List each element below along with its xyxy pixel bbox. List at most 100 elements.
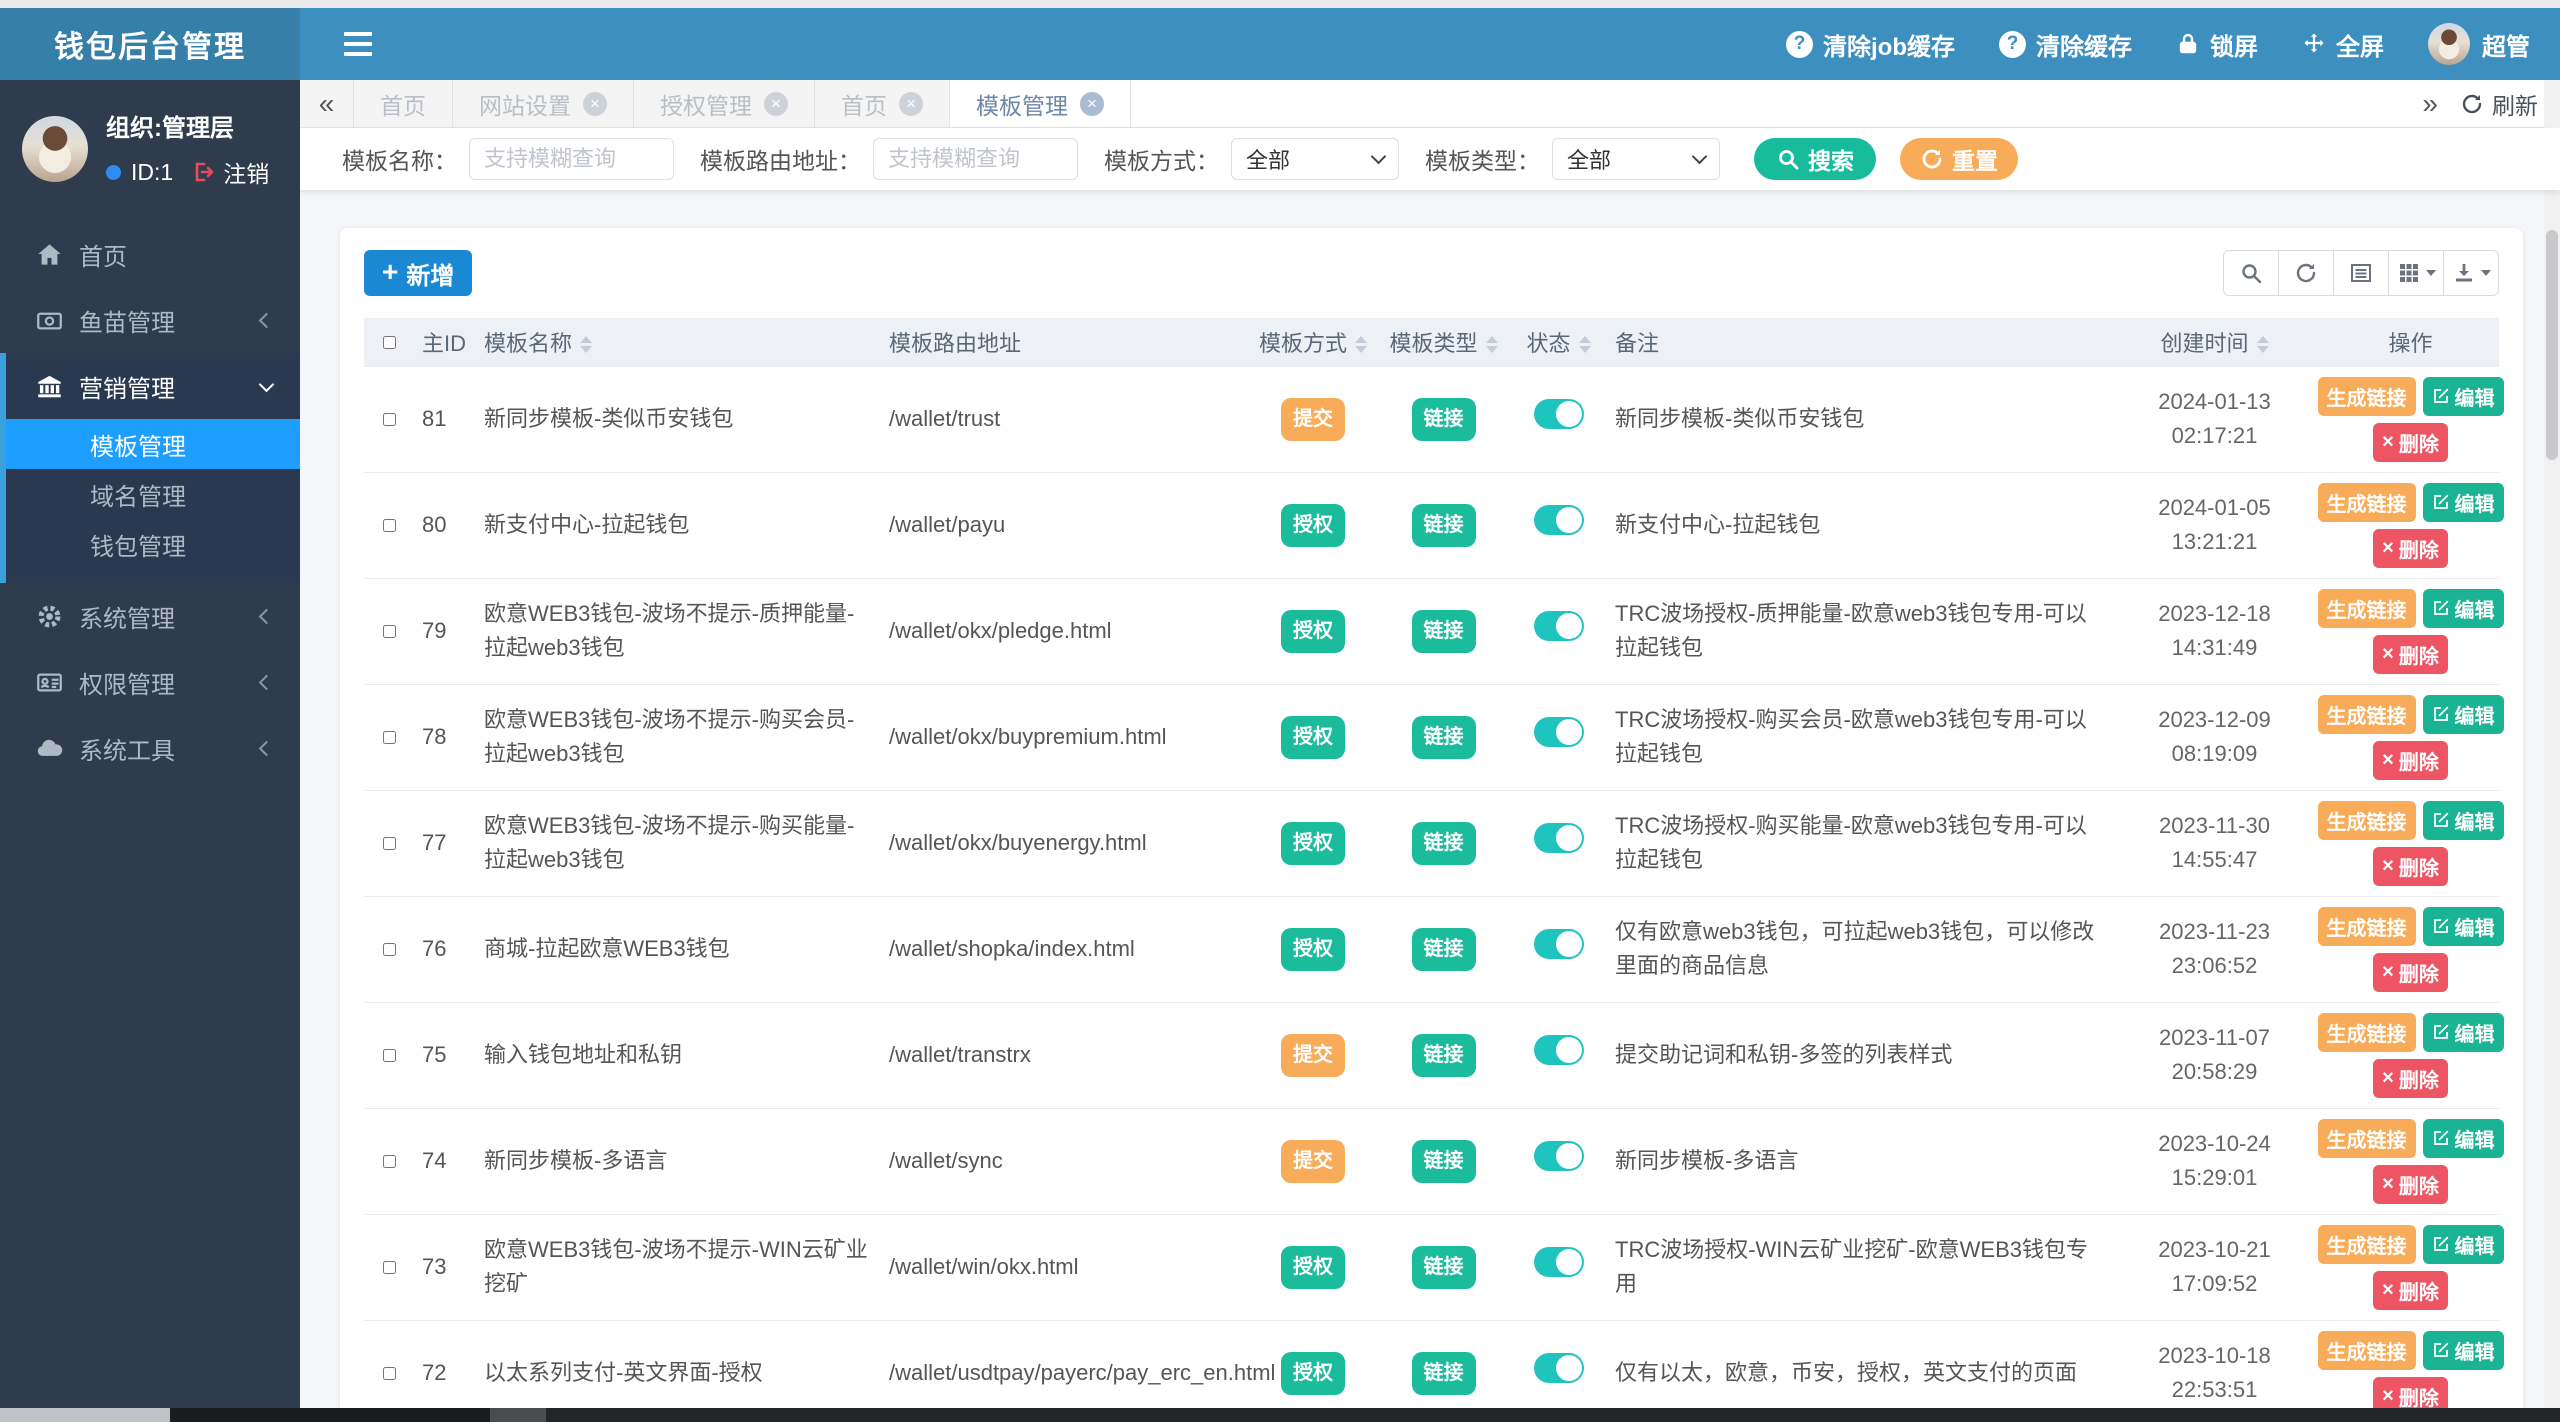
edit-button[interactable]: 编辑 xyxy=(2422,1224,2504,1264)
edit-button[interactable]: 编辑 xyxy=(2422,1330,2504,1370)
user-menu[interactable]: 超管 xyxy=(2428,23,2530,65)
window-scrollbar[interactable] xyxy=(2544,80,2560,1408)
row-checkbox[interactable] xyxy=(382,730,396,744)
table-export-button[interactable] xyxy=(2443,250,2499,296)
sidebar-item-home[interactable]: 首页 xyxy=(0,221,300,287)
generate-link-button[interactable]: 生成链接 xyxy=(2317,482,2416,522)
row-checkbox[interactable] xyxy=(382,412,396,426)
row-checkbox[interactable] xyxy=(382,942,396,956)
status-toggle[interactable] xyxy=(1533,398,1584,429)
edit-button[interactable]: 编辑 xyxy=(2422,1012,2504,1052)
template-route: /wallet/okx/pledge.html xyxy=(881,577,1249,684)
status-toggle[interactable] xyxy=(1533,928,1584,959)
sidebar-item-system-tools[interactable]: 系统工具 xyxy=(0,715,300,781)
sidebar-item-template-management[interactable]: 模板管理 xyxy=(6,419,300,469)
sidebar-item-fry-management[interactable]: 鱼苗管理 xyxy=(0,287,300,353)
delete-button[interactable]: × 删除 xyxy=(2373,1376,2448,1408)
tab-close-icon[interactable]: × xyxy=(764,91,788,116)
logout-button[interactable]: 注销 xyxy=(191,155,269,189)
template-method-select[interactable]: 全部 xyxy=(1231,138,1399,180)
fullscreen-button[interactable]: 全屏 xyxy=(2302,27,2384,62)
clear-job-cache-button[interactable]: ? 清除job缓存 xyxy=(1786,27,1955,62)
row-checkbox[interactable] xyxy=(382,1154,396,1168)
template-route-input[interactable] xyxy=(873,138,1078,180)
col-method[interactable]: 模板方式 xyxy=(1249,318,1377,366)
row-checkbox[interactable] xyxy=(382,836,396,850)
add-button[interactable]: + 新增 xyxy=(364,250,473,296)
status-toggle[interactable] xyxy=(1533,716,1584,747)
tab-home[interactable]: 首页 xyxy=(354,80,453,127)
tab-site-settings[interactable]: 网站设置 × xyxy=(453,80,634,127)
col-name[interactable]: 模板名称 xyxy=(476,318,881,366)
status-toggle[interactable] xyxy=(1533,1246,1584,1277)
status-toggle[interactable] xyxy=(1533,1140,1584,1171)
edit-button[interactable]: 编辑 xyxy=(2422,482,2504,522)
delete-button[interactable]: × 删除 xyxy=(2373,1164,2448,1204)
delete-button[interactable]: × 删除 xyxy=(2373,740,2448,780)
status-toggle[interactable] xyxy=(1533,1034,1584,1065)
tabs-scroll-right-icon[interactable]: » xyxy=(2422,88,2438,120)
delete-button[interactable]: × 删除 xyxy=(2373,952,2448,992)
sidebar-toggle-button[interactable] xyxy=(344,32,372,56)
tab-home-2[interactable]: 首页 × xyxy=(815,80,950,127)
col-status[interactable]: 状态 xyxy=(1510,318,1607,366)
table-list-view-button[interactable] xyxy=(2333,250,2389,296)
generate-link-button[interactable]: 生成链接 xyxy=(2317,800,2416,840)
clear-cache-button[interactable]: ? 清除缓存 xyxy=(1999,27,2132,62)
edit-button[interactable]: 编辑 xyxy=(2422,1118,2504,1158)
delete-button[interactable]: × 删除 xyxy=(2373,1058,2448,1098)
edit-button[interactable]: 编辑 xyxy=(2422,906,2504,946)
tab-close-icon[interactable]: × xyxy=(583,91,607,116)
delete-button[interactable]: × 删除 xyxy=(2373,634,2448,674)
col-type[interactable]: 模板类型 xyxy=(1377,318,1510,366)
status-toggle[interactable] xyxy=(1533,610,1584,641)
generate-link-button[interactable]: 生成链接 xyxy=(2317,376,2416,416)
refresh-icon xyxy=(2462,94,2482,113)
row-checkbox[interactable] xyxy=(382,1366,396,1380)
tab-template-management[interactable]: 模板管理 × xyxy=(950,80,1131,127)
table-columns-button[interactable] xyxy=(2388,250,2444,296)
delete-button[interactable]: × 删除 xyxy=(2373,422,2448,462)
table-search-button[interactable] xyxy=(2223,250,2279,296)
sidebar-item-domain-management[interactable]: 域名管理 xyxy=(6,469,300,519)
row-checkbox[interactable] xyxy=(382,518,396,532)
row-checkbox[interactable] xyxy=(382,1260,396,1274)
sidebar-item-system-management[interactable]: 系统管理 xyxy=(0,583,300,649)
generate-link-button[interactable]: 生成链接 xyxy=(2317,694,2416,734)
template-name-input[interactable] xyxy=(469,138,674,180)
table-refresh-button[interactable] xyxy=(2278,250,2334,296)
lock-screen-button[interactable]: 锁屏 xyxy=(2176,27,2258,62)
search-button[interactable]: 搜索 xyxy=(1754,138,1876,180)
row-checkbox[interactable] xyxy=(382,624,396,638)
scrollbar-thumb[interactable] xyxy=(2546,230,2558,460)
sidebar-item-wallet-management[interactable]: 钱包管理 xyxy=(6,519,300,569)
tab-auth-management[interactable]: 授权管理 × xyxy=(634,80,815,127)
select-all-checkbox[interactable] xyxy=(382,335,396,349)
delete-button[interactable]: × 删除 xyxy=(2373,846,2448,886)
template-type-select[interactable]: 全部 xyxy=(1552,138,1720,180)
status-toggle[interactable] xyxy=(1533,1352,1584,1383)
generate-link-button[interactable]: 生成链接 xyxy=(2317,1330,2416,1370)
row-checkbox[interactable] xyxy=(382,1048,396,1062)
reset-button[interactable]: 重置 xyxy=(1900,138,2018,180)
status-toggle[interactable] xyxy=(1533,504,1584,535)
edit-button[interactable]: 编辑 xyxy=(2422,376,2504,416)
generate-link-button[interactable]: 生成链接 xyxy=(2317,1118,2416,1158)
tab-refresh-button[interactable]: 刷新 xyxy=(2460,87,2538,121)
delete-button[interactable]: × 删除 xyxy=(2373,528,2448,568)
status-toggle[interactable] xyxy=(1533,822,1584,853)
edit-button[interactable]: 编辑 xyxy=(2422,588,2504,628)
edit-button[interactable]: 编辑 xyxy=(2422,800,2504,840)
sidebar-item-permission-management[interactable]: 权限管理 xyxy=(0,649,300,715)
generate-link-button[interactable]: 生成链接 xyxy=(2317,906,2416,946)
sidebar-item-marketing[interactable]: 营销管理 xyxy=(6,353,300,419)
edit-button[interactable]: 编辑 xyxy=(2422,694,2504,734)
generate-link-button[interactable]: 生成链接 xyxy=(2317,1224,2416,1264)
tab-close-icon[interactable]: × xyxy=(899,91,923,116)
generate-link-button[interactable]: 生成链接 xyxy=(2317,1012,2416,1052)
col-created[interactable]: 创建时间 xyxy=(2107,318,2322,366)
tab-close-icon[interactable]: × xyxy=(1080,91,1104,116)
delete-button[interactable]: × 删除 xyxy=(2373,1270,2448,1310)
tabs-scroll-left-icon[interactable]: « xyxy=(300,80,354,127)
generate-link-button[interactable]: 生成链接 xyxy=(2317,588,2416,628)
